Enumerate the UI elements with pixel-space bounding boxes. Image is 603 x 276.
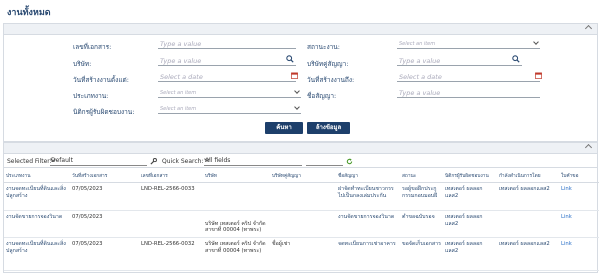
cell-status: ขอจัดเก็บเอกสาร	[400, 237, 443, 271]
cell-company: บริษัท เทสเตอร์ คริป จำกัด สาขาที่ 00004…	[203, 237, 270, 271]
cell-job-type: งานจัดขายการจองวินาด	[4, 210, 70, 238]
legal-officer-label: นิติกรผู้รับผิดชอบงาน:	[73, 108, 135, 116]
cell-doc-no	[139, 210, 203, 238]
cell-contract-company: ชื่อผู้เช่า	[270, 237, 336, 271]
selected-filter-label: Selected Filter:	[7, 158, 52, 165]
cell-processing: เทสเตอร์ ผลลอกแลส2	[497, 237, 559, 271]
cell-job-type: งานจดทะเบียนที่ดินและสิ่งปลูกสร้าง	[4, 237, 70, 271]
quick-search-label: Quick Search:	[162, 158, 204, 165]
company-input[interactable]: Type a value	[158, 55, 296, 66]
legal-officer-select[interactable]: Select an item	[158, 104, 301, 114]
created-start-label: วันที่สร้างงานตั้งแต่:	[73, 76, 129, 84]
status-label: สถานะงาน:	[307, 43, 340, 51]
cell-contract-name: ฝาจัดทำทะเบียนชาวกรรไปเป็นกลงเล่มประกัน	[336, 182, 400, 211]
contract-name-label: ชื่อสัญญา:	[307, 92, 337, 100]
table-row[interactable]: งานจดทะเบียนที่ดินและสิ่งปลูกสร้าง 07/05…	[4, 182, 599, 211]
results-table: ประเภทงาน วันที่สร้างเอกสาร เลขที่เอกสาร…	[4, 170, 599, 271]
column-header[interactable]: ชื่อสัญญา	[336, 170, 400, 183]
cell-status: ตำขอฉบับรอจ	[400, 210, 443, 238]
contract-company-input[interactable]: Type a value	[397, 55, 522, 66]
contract-company-label: บริษัทคู่สัญญา:	[307, 60, 349, 68]
search-icon[interactable]	[286, 55, 294, 63]
search-panel: เลขที่เอกสาร: Type a value สถานะงาน: Sel…	[3, 23, 598, 142]
results-panel: Selected Filter: Default Quick Search: A…	[3, 142, 599, 273]
company-label: บริษัท:	[73, 60, 92, 68]
calendar-icon[interactable]	[291, 72, 298, 79]
table-row[interactable]: งานจดทะเบียนที่ดินและสิ่งปลูกสร้าง 07/05…	[4, 237, 599, 271]
row-link[interactable]: Link	[561, 214, 572, 220]
cell-doc-no: LND-REL-2566-0032	[139, 237, 203, 271]
collapse-chevron-icon[interactable]	[584, 143, 593, 152]
column-header[interactable]: วันที่สร้างเอกสาร	[70, 170, 139, 183]
cell-contract-company	[270, 210, 336, 238]
cell-contract-company	[270, 182, 336, 211]
column-header[interactable]: สถานะ	[400, 170, 443, 183]
row-link[interactable]: Link	[561, 241, 572, 247]
cell-contract-name: จดทะเบียนการเช่าอาคาร	[336, 237, 400, 271]
collapse-chevron-icon[interactable]	[584, 24, 593, 33]
cell-officer: เทสเตอร์ ผลลอกแลส2	[443, 182, 497, 211]
job-type-label: ประเภทงาน:	[73, 92, 109, 100]
created-end-label: วันที่สร้างงานถึง:	[307, 76, 355, 84]
chevron-down-icon	[533, 39, 539, 45]
cell-created: 07/05/2023	[70, 210, 139, 238]
cell-created: 07/05/2023	[70, 237, 139, 271]
cell-officer: เทสเตอร์ ผลลอกแลส2	[443, 237, 497, 271]
search-icon[interactable]	[512, 55, 520, 63]
calendar-icon[interactable]	[535, 72, 542, 79]
selected-filter-select[interactable]: Default	[50, 156, 147, 166]
cell-processing	[497, 210, 559, 238]
results-toolbar: Selected Filter: Default Quick Search: A…	[4, 155, 597, 168]
doc-no-label: เลขที่เอกสาร:	[73, 43, 112, 51]
cell-processing: เทสเตอร์ ผลลอกแลส2	[497, 182, 559, 211]
chevron-down-icon	[294, 104, 300, 110]
table-header-row: ประเภทงาน วันที่สร้างเอกสาร เลขที่เอกสาร…	[4, 170, 599, 183]
column-header[interactable]: บริษัทคู่สัญญา	[270, 170, 336, 183]
results-panel-header	[4, 143, 597, 154]
cell-company	[203, 182, 270, 211]
cell-contract-name: งานจัดขายการจองวินาด	[336, 210, 400, 238]
row-link[interactable]: Link	[561, 186, 572, 192]
quick-search-input[interactable]	[306, 157, 343, 166]
cell-created: 07/05/2023	[70, 182, 139, 211]
search-panel-header	[4, 24, 597, 35]
clear-button[interactable]: ล้างข้อมูล	[307, 122, 350, 134]
job-type-select[interactable]: Select an item	[158, 88, 301, 98]
column-header[interactable]: ใบคำขอ	[559, 170, 599, 183]
cell-status: รอผู้ขอฝึกประกูกรรมกอบมอบฝี	[400, 182, 443, 211]
cell-officer: เทสเตอร์ ผลลอกแลส2	[443, 210, 497, 238]
wrench-icon[interactable]	[150, 158, 157, 165]
cell-job-type: งานจดทะเบียนที่ดินและสิ่งปลูกสร้าง	[4, 182, 70, 211]
page-title: งานทั้งหมด	[7, 8, 51, 18]
created-start-date[interactable]: Select a date	[158, 72, 298, 82]
quick-search-field-select[interactable]: All fields	[204, 156, 302, 166]
search-button[interactable]: ค้นหา	[265, 122, 303, 134]
column-header[interactable]: กำลังดำเนินการโดย	[497, 170, 559, 183]
doc-no-input[interactable]: Type a value	[158, 39, 296, 49]
chevron-down-icon	[294, 88, 300, 94]
column-header[interactable]: นิติกรผู้รับผิดชอบงาน	[443, 170, 497, 183]
refresh-icon[interactable]	[346, 158, 353, 165]
contract-name-input[interactable]: Type a value	[397, 88, 540, 98]
status-select[interactable]: Select an item	[397, 39, 540, 49]
table-row[interactable]: งานจัดขายการจองวินาด 07/05/2023 บริษัท เ…	[4, 210, 599, 238]
column-header[interactable]: เลขที่เอกสาร	[139, 170, 203, 183]
created-end-date[interactable]: Select a date	[397, 72, 542, 82]
cell-company: บริษัท เทสเตอร์ คริป จำกัด สาขาที่ 00004…	[203, 210, 270, 238]
column-header[interactable]: บริษัท	[203, 170, 270, 183]
cell-doc-no: LND-REL-2566-0033	[139, 182, 203, 211]
column-header[interactable]: ประเภทงาน	[4, 170, 70, 183]
